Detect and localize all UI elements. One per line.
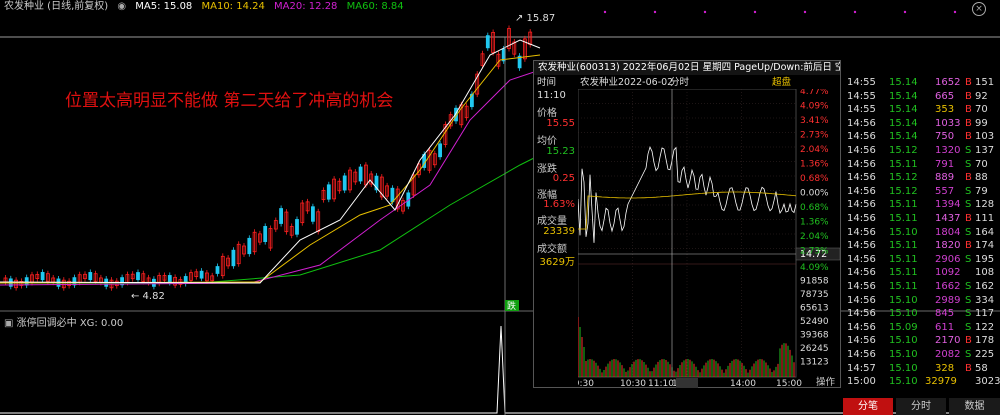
price-value: 15.55 <box>546 118 575 129</box>
indicator-label: ▣ 涨停回调必中 XG: 0.00 <box>4 318 124 329</box>
svg-text:1.36%: 1.36% <box>800 160 829 170</box>
candle <box>358 166 363 182</box>
time-value: 11:10 <box>537 90 566 101</box>
candle <box>24 277 29 286</box>
ma60-value: MA60: 8.84 <box>346 1 404 12</box>
svg-text:10:30: 10:30 <box>620 379 646 388</box>
vol-value: 23339 <box>543 226 575 237</box>
tab-ticks[interactable]: 分笔 <box>843 398 893 415</box>
svg-text:3.41%: 3.41% <box>800 116 829 126</box>
change-value: 0.25 <box>552 173 575 184</box>
candle <box>88 272 93 281</box>
candle <box>231 249 236 267</box>
candle <box>326 184 331 200</box>
intraday-chart[interactable]: 14.72 4.77%4.09%3.41%2.73%2.04%1.36%0.68… <box>578 89 840 388</box>
tab-intraday[interactable]: 分时 <box>896 398 946 415</box>
candle <box>136 272 140 281</box>
candle <box>295 219 299 235</box>
avg-value: 15.23 <box>546 146 575 157</box>
svg-text:26245: 26245 <box>800 344 829 354</box>
settings-icon[interactable]: ▣ <box>4 318 17 329</box>
svg-text:78735: 78735 <box>800 290 829 300</box>
candle <box>279 208 284 224</box>
trade-cell-t: 15:00 <box>847 376 876 388</box>
amt-value: 3629万 <box>539 257 575 268</box>
svg-text:11:10: 11:10 <box>648 379 674 388</box>
right-pct-axis: 4.77% 4.09% 3.41% 2.73% 2.04% 1.36% 0.68% 0.00%… <box>800 89 829 257</box>
candle <box>310 206 315 222</box>
popup-subheader: 时间 农发种业 2022-06-02 分时 超盘 <box>537 76 792 89</box>
close-icon[interactable]: × <box>972 2 986 16</box>
avg-label: 均价 <box>537 136 557 147</box>
intraday-grid <box>578 89 796 377</box>
candle <box>40 271 45 281</box>
candlesticks <box>3 25 533 291</box>
ma-dropdown-icon[interactable]: ◉ <box>117 1 126 12</box>
svg-text:0.68%: 0.68% <box>800 174 829 184</box>
intraday-popup[interactable]: 农发种业(600313) 2022年06月02日 星期四 PageUp/Down… <box>533 60 841 388</box>
stock-title: 农发种业 (日线,前复权) <box>4 1 109 12</box>
candle <box>342 175 347 191</box>
volume-axis: 4.09% 91858 78735 65613 52490 39368 26245 13123 <box>800 263 829 368</box>
annotation-text: 位置太高明显不能做 第二天给了冲高的机会 <box>65 91 394 111</box>
high-price-label: ↗ 15.87 <box>515 13 555 24</box>
popup-title: 农发种业(600313) 2022年06月02日 星期四 PageUp/Down… <box>534 61 840 75</box>
candle <box>167 275 172 283</box>
svg-text:2.73%: 2.73% <box>800 247 829 257</box>
intraday-volume-bars <box>578 317 795 377</box>
svg-text:15:00: 15:00 <box>776 379 802 388</box>
candle <box>215 266 220 274</box>
tab-data[interactable]: 数据 <box>949 398 1000 415</box>
svg-text:91858: 91858 <box>800 277 829 287</box>
svg-text:13123: 13123 <box>800 358 829 368</box>
svg-text:4.77%: 4.77% <box>800 89 829 97</box>
candle <box>263 226 268 242</box>
fall-marker: 跌 <box>507 301 516 312</box>
operate-button[interactable]: 操作 <box>816 374 835 388</box>
ma-legend: 农发种业 (日线,前复权) ◉ MA5: 15.08 MA10: 14.24 M… <box>0 0 410 14</box>
super-toggle[interactable]: 超盘 <box>772 76 791 89</box>
trade-cell-p: 15.10 <box>889 376 918 388</box>
svg-text:09:30: 09:30 <box>578 379 594 388</box>
candle <box>438 143 443 158</box>
svg-text:0.00%: 0.00% <box>800 189 829 199</box>
tick-trade-list: 14:55 15.14 1652 B 151 14:55 15.14 665 B 92 14:55 1… <box>843 75 1000 393</box>
bottom-tabs: 分笔 分时 数据 <box>843 398 1000 415</box>
svg-text:52490: 52490 <box>800 317 829 327</box>
svg-text:14:00: 14:00 <box>730 379 756 388</box>
svg-text:4.09%: 4.09% <box>800 102 829 112</box>
svg-text:2.04%: 2.04% <box>800 145 829 155</box>
svg-text:4.09%: 4.09% <box>800 263 829 273</box>
pct-value: 1.63% <box>543 199 575 210</box>
trade-row: 15:00 15.10 32979 3023 <box>843 374 1000 390</box>
price-label: 价格 <box>537 108 557 119</box>
top-marker-dots <box>603 10 957 14</box>
svg-text:0.68%: 0.68% <box>800 203 829 213</box>
svg-text:39368: 39368 <box>800 331 829 341</box>
candle <box>485 35 490 49</box>
candle <box>390 187 395 203</box>
low-price-label: ← 4.82 <box>131 291 165 302</box>
svg-text:65613: 65613 <box>800 304 829 314</box>
trade-cell-n: 3023 <box>975 376 1000 388</box>
svg-text:1.36%: 1.36% <box>800 218 829 228</box>
ma10-value: MA10: 14.24 <box>201 1 265 12</box>
svg-text:2.04%: 2.04% <box>800 232 829 242</box>
trade-cell-v: 32979 <box>925 376 957 388</box>
ma20-value: MA20: 12.28 <box>274 1 338 12</box>
svg-text:2.73%: 2.73% <box>800 131 829 141</box>
ma5-value: MA5: 15.08 <box>135 1 193 12</box>
candle <box>247 237 252 255</box>
vol-label: 成交量 <box>537 216 567 227</box>
candle <box>72 277 77 286</box>
candle <box>199 270 204 279</box>
